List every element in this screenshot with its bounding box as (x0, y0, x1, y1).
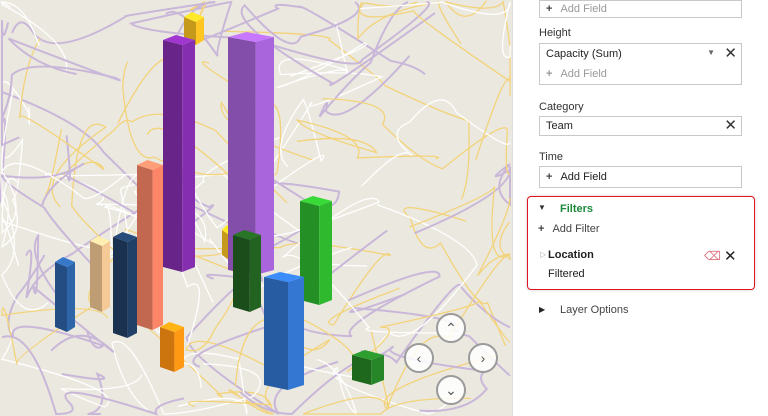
height-field-box: Capacity (Sum) ▼ ✕ + Add Field (539, 43, 742, 85)
category-field-box: Team ✕ (539, 116, 742, 136)
dropdown-icon[interactable]: ▼ (707, 48, 715, 57)
height-add-field-button[interactable]: + Add Field (540, 64, 741, 84)
chevron-up-icon: ⌃ (445, 319, 457, 336)
filters-section: ▼ Filters + Add Filter ▷ Location ⌫ ✕ Fil… (527, 196, 755, 290)
bar-front (160, 327, 175, 372)
bar-front (113, 237, 128, 338)
location-field-box: + Add Field (539, 0, 742, 18)
column-bar[interactable] (160, 322, 184, 372)
bar-side (67, 262, 75, 332)
category-field[interactable]: Team ✕ (540, 117, 741, 135)
column-bar[interactable] (55, 257, 75, 332)
bar-front (163, 40, 183, 272)
plus-icon: + (546, 68, 553, 80)
time-add-field-button[interactable]: + Add Field (540, 167, 741, 187)
column-bar[interactable] (90, 236, 110, 312)
rotate-left-button[interactable]: ‹ (404, 343, 434, 373)
height-label: Height (539, 27, 571, 39)
rotate-right-button[interactable]: › (468, 343, 498, 373)
column-bar[interactable] (163, 35, 195, 272)
bar-side (102, 241, 110, 312)
remove-icon[interactable]: ✕ (724, 118, 737, 133)
eraser-icon[interactable]: ⌫ (704, 249, 721, 263)
chart-columns (55, 12, 384, 390)
filters-title[interactable]: Filters (560, 203, 593, 215)
filter-status: Filtered (548, 268, 585, 280)
bar-side (371, 355, 384, 385)
expand-icon[interactable]: ▶ (539, 305, 545, 314)
bar-front (90, 241, 102, 312)
remove-icon[interactable]: ✕ (724, 46, 737, 61)
height-field[interactable]: Capacity (Sum) ▼ ✕ (540, 44, 741, 64)
layer-pane: + Add Field Height Capacity (Sum) ▼ ✕ + Add … (512, 0, 768, 416)
location-filter[interactable]: Location (548, 249, 594, 261)
bar-front (264, 277, 288, 390)
bar-side (182, 40, 195, 272)
time-label: Time (539, 151, 564, 163)
column-bar[interactable] (233, 230, 261, 312)
add-field-button[interactable]: + Add Field (540, 1, 741, 17)
column-bar[interactable] (137, 160, 163, 330)
remove-filter-icon[interactable]: ✕ (724, 247, 737, 265)
bar-side (174, 327, 184, 372)
plus-icon: + (546, 3, 553, 15)
chevron-left-icon: ‹ (416, 350, 422, 366)
column-bar[interactable] (300, 196, 332, 305)
collapse-icon[interactable]: ▼ (538, 203, 546, 212)
bar-front (352, 355, 372, 385)
tilt-up-button[interactable]: ⌃ (436, 313, 466, 343)
layer-options-toggle[interactable]: Layer Options (560, 304, 628, 316)
bar-side (288, 277, 304, 390)
column-bar[interactable] (113, 232, 137, 338)
bar-front (55, 262, 67, 332)
bar-front (233, 235, 250, 312)
plus-icon: + (538, 223, 545, 235)
tilt-down-button[interactable]: ⌄ (436, 375, 466, 405)
category-label: Category (539, 101, 584, 113)
bar-front (137, 165, 153, 330)
plus-icon: + (546, 171, 553, 183)
expand-icon[interactable]: ▷ (540, 250, 546, 259)
bar-side (319, 201, 332, 305)
column-bar[interactable] (264, 272, 304, 390)
chevron-right-icon: › (480, 350, 486, 366)
bar-side (249, 235, 261, 312)
column-bar[interactable] (352, 350, 384, 385)
add-filter-button[interactable]: + Add Filter (538, 223, 600, 235)
map-view[interactable]: ⌃ ‹ › ⌄ (0, 0, 512, 416)
bar-side (152, 165, 163, 330)
chevron-down-icon: ⌄ (445, 381, 457, 398)
time-field-box: + Add Field (539, 166, 742, 188)
bar-side (127, 237, 137, 338)
